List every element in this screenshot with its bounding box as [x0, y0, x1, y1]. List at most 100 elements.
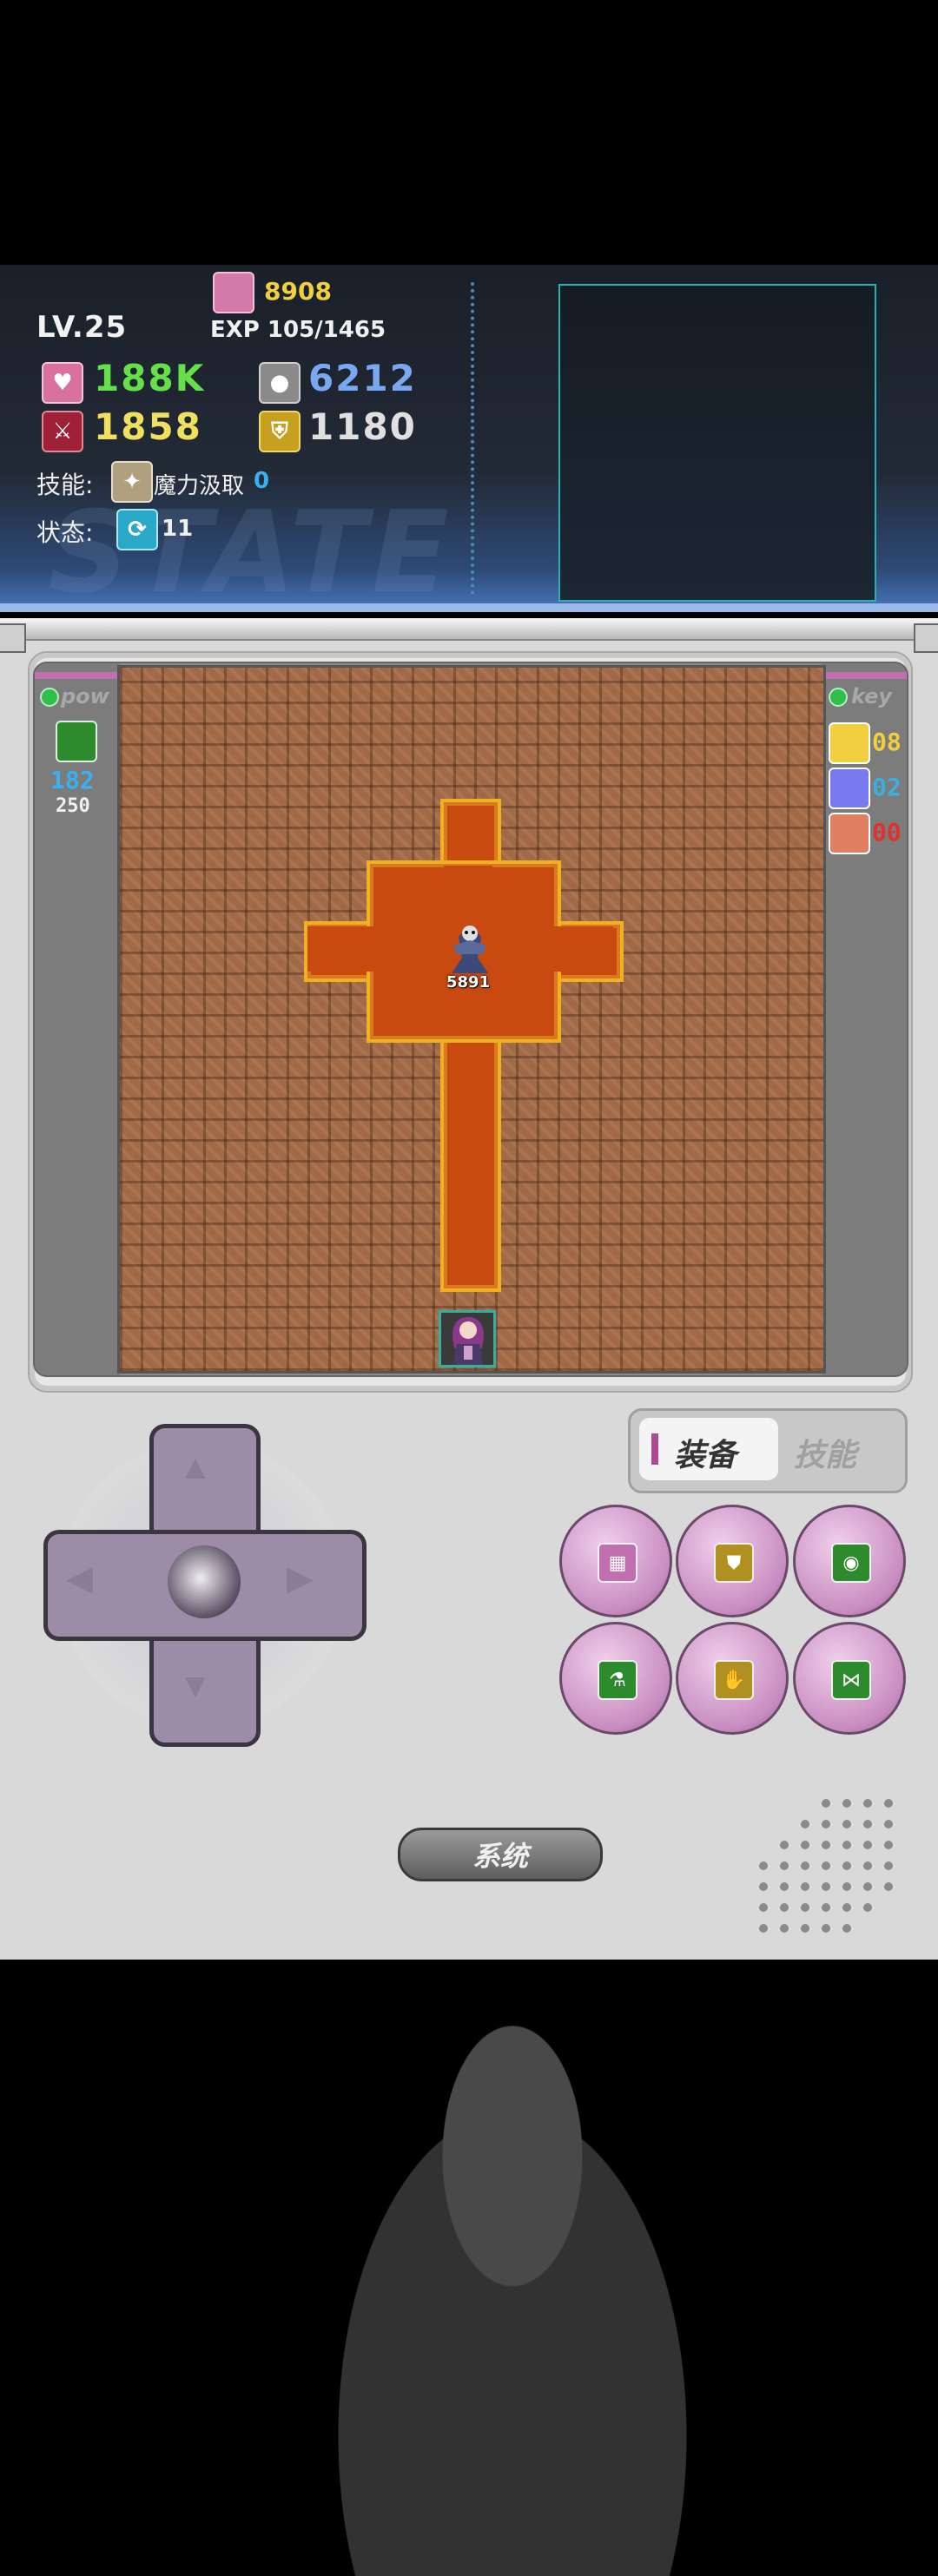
armor-icon: ⛊: [714, 1543, 754, 1583]
pow-sidebar: pow 182 250: [35, 663, 120, 1375]
speaker-dot: [884, 1799, 893, 1808]
speaker-dot: [863, 1882, 872, 1891]
speaker-dot: [801, 1841, 809, 1849]
speaker-dot: [759, 1882, 768, 1891]
key-top-stripe: [822, 672, 907, 679]
speaker-dot: [822, 1924, 830, 1933]
pow-title: pow: [61, 684, 109, 708]
sword-icon: ⚔: [42, 411, 83, 452]
hp-value: 188K: [94, 357, 206, 399]
speaker-dot: [822, 1841, 830, 1849]
dpad-right-button[interactable]: ▶: [287, 1558, 314, 1598]
state-label: 状态:: [36, 518, 94, 547]
speaker-dot: [863, 1799, 872, 1808]
character-art: [287, 2016, 738, 2576]
maze-button[interactable]: ▦: [559, 1505, 672, 1617]
speaker-dot: [780, 1882, 789, 1891]
speaker-dot: [759, 1924, 768, 1933]
tab-equip[interactable]: 装备: [639, 1418, 778, 1480]
mask-icon: ◉: [831, 1543, 871, 1583]
blue-key-count: 02: [872, 773, 902, 801]
maze-icon: ▦: [598, 1543, 637, 1583]
exp-label: EXP 105/1465: [210, 317, 386, 343]
speaker-dot: [842, 1924, 851, 1933]
speaker-dot: [822, 1820, 830, 1828]
tab-skills[interactable]: 技能: [794, 1430, 856, 1475]
shield-icon: ⛨: [259, 411, 301, 452]
speaker-dot: [842, 1882, 851, 1891]
pow-max: 250: [56, 795, 90, 817]
speaker-dot: [884, 1841, 893, 1849]
speaker-dot: [759, 1903, 768, 1912]
speaker-dot: [822, 1861, 830, 1870]
speaker-dot: [822, 1799, 830, 1808]
top-rail: [0, 618, 938, 641]
speaker-dot: [801, 1882, 809, 1891]
speaker-dot: [842, 1799, 851, 1808]
skill-label: 技能:: [36, 471, 94, 499]
hero-sprite[interactable]: [445, 1314, 492, 1367]
map-grid[interactable]: 5891: [117, 665, 826, 1374]
speaker-dot: [842, 1841, 851, 1849]
red-key-icon: [829, 813, 870, 854]
refresh-icon: ⟳: [116, 509, 158, 550]
skill-value: 0: [254, 468, 270, 494]
key-led: [829, 688, 848, 707]
speaker-dot: [801, 1903, 809, 1912]
orb-icon: ●: [259, 362, 301, 404]
hero-tile: [439, 1310, 496, 1367]
level-label: LV.25: [36, 310, 128, 345]
rail-end-right: [914, 623, 938, 653]
boss-damage-value: 5891: [446, 973, 491, 992]
bow-icon: ⋈: [831, 1660, 871, 1700]
tab-equip-label: 装备: [674, 1438, 737, 1473]
armor-button[interactable]: ⛊: [676, 1505, 789, 1617]
dpad-up-button[interactable]: ▲: [178, 1448, 213, 1487]
flask-button[interactable]: ⚗: [559, 1622, 672, 1735]
yellow-key-count: 08: [872, 728, 902, 756]
book-icon: [56, 721, 97, 762]
speaker-dot: [884, 1882, 893, 1891]
speaker-dot: [780, 1841, 789, 1849]
dpad-down-button[interactable]: ▼: [178, 1667, 213, 1706]
pow-led: [40, 688, 59, 707]
pow-top-stripe: [35, 672, 120, 679]
speaker-dot: [842, 1820, 851, 1828]
tab-bar: 装备 技能: [628, 1408, 908, 1493]
mp-value: 6212: [308, 357, 417, 399]
skill-icon: ✦: [111, 461, 153, 503]
system-button[interactable]: 系统: [398, 1828, 603, 1881]
speaker-dot: [780, 1861, 789, 1870]
speaker-dot: [884, 1820, 893, 1828]
key-title: key: [851, 684, 893, 708]
skill-name: 魔力汲取: [154, 473, 245, 499]
dpad-left-button[interactable]: ◀: [66, 1558, 93, 1598]
state-value: 11: [162, 516, 194, 542]
flask-icon: ⚗: [598, 1660, 637, 1700]
boss-sprite[interactable]: [441, 919, 499, 977]
speaker-dot: [759, 1861, 768, 1870]
speaker-dot: [822, 1903, 830, 1912]
speaker-dot: [863, 1861, 872, 1870]
speaker-dot: [780, 1924, 789, 1933]
status-watermark: STATE: [48, 486, 454, 618]
tab-indicator: [651, 1433, 658, 1465]
yellow-key-icon: [829, 722, 870, 764]
bow-button[interactable]: ⋈: [793, 1622, 906, 1735]
glove-button[interactable]: ✋: [676, 1622, 789, 1735]
glove-icon: ✋: [714, 1660, 754, 1700]
gold-icon: [213, 272, 254, 313]
gold-value: 8908: [264, 277, 332, 306]
preview-screen: [558, 284, 876, 602]
atk-value: 1858: [94, 405, 202, 448]
speaker-dot: [801, 1861, 809, 1870]
mask-button[interactable]: ◉: [793, 1505, 906, 1617]
device-body: pow 182 250 key 08 02 00 5891: [0, 618, 938, 2576]
dpad-center: [168, 1545, 241, 1618]
status-panel: STATE 8908 LV.25 EXP 105/1465 ♥ 188K ● 6…: [0, 265, 938, 618]
speaker-dot: [863, 1903, 872, 1912]
speaker-dot: [884, 1861, 893, 1870]
speaker-dot: [801, 1820, 809, 1828]
blue-key-icon: [829, 768, 870, 809]
speaker-dot: [842, 1861, 851, 1870]
